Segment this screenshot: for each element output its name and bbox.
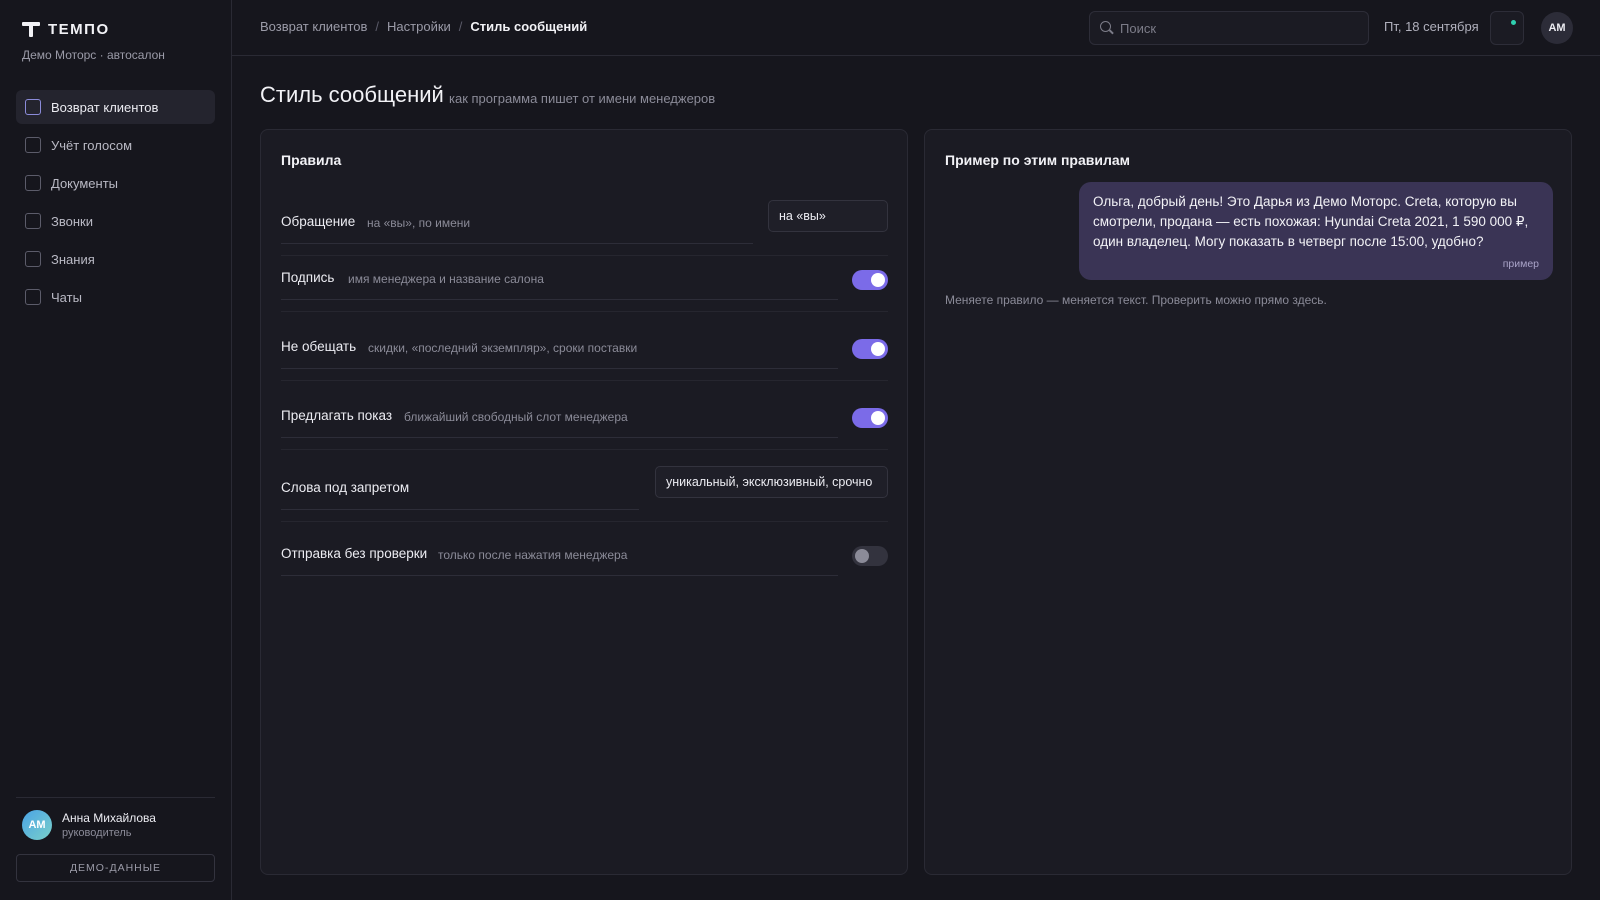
sidebar-item-voice-accounting[interactable]: Учёт голосом: [16, 128, 215, 162]
notification-dot-icon: [1511, 20, 1516, 25]
page-title: Стиль сообщений: [260, 82, 444, 107]
rule-offer-showing: Предлагать показ ближайший свободный сло…: [281, 394, 888, 450]
search-box[interactable]: [1089, 11, 1369, 45]
current-date: Пт, 18 сентября: [1384, 19, 1479, 34]
rules-card-title: Правила: [281, 152, 342, 168]
user-name: Анна Михайлова: [62, 811, 156, 825]
checkbox-icon: [25, 213, 41, 229]
rule-underline: [281, 368, 838, 369]
checkbox-icon: [25, 251, 41, 267]
sidebar: ТЕМПО Демо Моторс · автосалон Возврат кл…: [0, 0, 232, 900]
checkbox-icon: [25, 175, 41, 191]
top-header: Возврат клиентов / Настройки / Стиль соо…: [232, 0, 1600, 56]
sidebar-nav: Возврат клиентов Учёт голосом Документы …: [16, 90, 215, 318]
sidebar-item-label: Знания: [51, 251, 95, 267]
example-card-title: Пример по этим правилам: [945, 152, 1131, 168]
rule-label: Не обещать: [281, 339, 357, 354]
brand[interactable]: ТЕМПО: [22, 20, 110, 38]
demo-data-button[interactable]: ДЕМО-ДАННЫЕ: [16, 854, 215, 882]
no-promises-toggle[interactable]: [852, 339, 888, 359]
page-subtitle: как программа пишет от имени менеджеров: [449, 91, 716, 106]
rule-no-promises: Не обещать скидки, «последний экземпляр»…: [281, 325, 888, 381]
rule-divider: [281, 311, 888, 312]
example-message-bubble: Ольга, добрый день! Это Дарья из Демо Мо…: [1079, 182, 1553, 280]
rule-label: Обращение: [281, 214, 356, 229]
offer-showing-toggle[interactable]: [852, 408, 888, 428]
rule-address: Обращение на «вы», по имени на «вы»: [281, 200, 888, 256]
brand-name: ТЕМПО: [48, 20, 110, 38]
rule-send-without-review: Отправка без проверки только после нажат…: [281, 532, 888, 588]
rule-label: Предлагать показ: [281, 408, 393, 423]
rule-hint: имя менеджера и название салона: [348, 272, 544, 286]
breadcrumb-separator: /: [458, 19, 463, 34]
sidebar-item-label: Документы: [51, 175, 119, 191]
rule-underline: [281, 575, 838, 576]
breadcrumb-item-client-return[interactable]: Возврат клиентов: [260, 19, 367, 34]
rule-banned-words: Слова под запретом уникальный, эксклюзив…: [281, 466, 888, 522]
rule-divider: [281, 380, 888, 381]
example-tag: пример: [1502, 258, 1539, 270]
user-profile[interactable]: АМ Анна Михайлова руководитель: [22, 810, 156, 840]
sidebar-item-client-return[interactable]: Возврат клиентов: [16, 90, 215, 124]
brand-logo-icon: [22, 20, 40, 38]
address-select[interactable]: на «вы»: [768, 200, 888, 232]
rule-hint: скидки, «последний экземпляр», сроки пос…: [368, 341, 638, 355]
rule-hint: ближайший свободный слот менеджера: [404, 410, 628, 424]
rules-card: Правила Обращение на «вы», по имени на «…: [260, 129, 908, 875]
rule-label: Слова под запретом: [281, 480, 410, 495]
sidebar-item-label: Звонки: [51, 213, 93, 229]
avatar: АМ: [22, 810, 52, 840]
rule-hint: на «вы», по имени: [367, 216, 471, 230]
rule-label: Отправка без проверки: [281, 546, 428, 561]
sidebar-item-chats[interactable]: Чаты: [16, 280, 215, 314]
sidebar-item-documents[interactable]: Документы: [16, 166, 215, 200]
send-without-review-toggle[interactable]: [852, 546, 888, 566]
sidebar-item-knowledge[interactable]: Знания: [16, 242, 215, 276]
checkbox-icon: [25, 99, 41, 115]
brand-subtitle: Демо Моторс · автосалон: [22, 48, 165, 62]
breadcrumb-item-current: Стиль сообщений: [470, 19, 588, 34]
breadcrumb-separator: /: [375, 19, 380, 34]
rule-label: Подпись: [281, 270, 335, 285]
rule-divider: [281, 449, 888, 450]
checkbox-icon: [25, 137, 41, 153]
banned-words-input[interactable]: уникальный, эксклюзивный, срочно: [655, 466, 888, 498]
rule-underline: [281, 509, 639, 510]
rule-signature: Подпись имя менеджера и название салона: [281, 256, 888, 312]
rule-underline: [281, 243, 753, 244]
header-avatar[interactable]: АМ: [1541, 12, 1573, 44]
sidebar-item-label: Чаты: [51, 289, 82, 305]
example-note: Меняете правило — меняется текст. Провер…: [945, 293, 1327, 307]
rule-divider: [281, 521, 888, 522]
user-role: руководитель: [62, 827, 132, 839]
search-icon: [1100, 21, 1114, 35]
rule-underline: [281, 299, 838, 300]
rule-hint: только после нажатия менеджера: [438, 548, 628, 562]
notifications-button[interactable]: [1490, 11, 1524, 45]
sidebar-item-label: Возврат клиентов: [51, 99, 159, 115]
signature-toggle[interactable]: [852, 270, 888, 290]
breadcrumb: Возврат клиентов / Настройки / Стиль соо…: [260, 19, 587, 34]
sidebar-item-label: Учёт голосом: [51, 137, 133, 153]
rule-underline: [281, 437, 838, 438]
search-input[interactable]: [1120, 20, 1360, 36]
example-message-text: Ольга, добрый день! Это Дарья из Демо Мо…: [1093, 194, 1529, 249]
checkbox-icon: [25, 289, 41, 305]
example-card: Пример по этим правилам Ольга, добрый де…: [924, 129, 1572, 875]
breadcrumb-item-settings[interactable]: Настройки: [387, 19, 451, 34]
sidebar-item-calls[interactable]: Звонки: [16, 204, 215, 238]
sidebar-divider: [16, 797, 215, 798]
